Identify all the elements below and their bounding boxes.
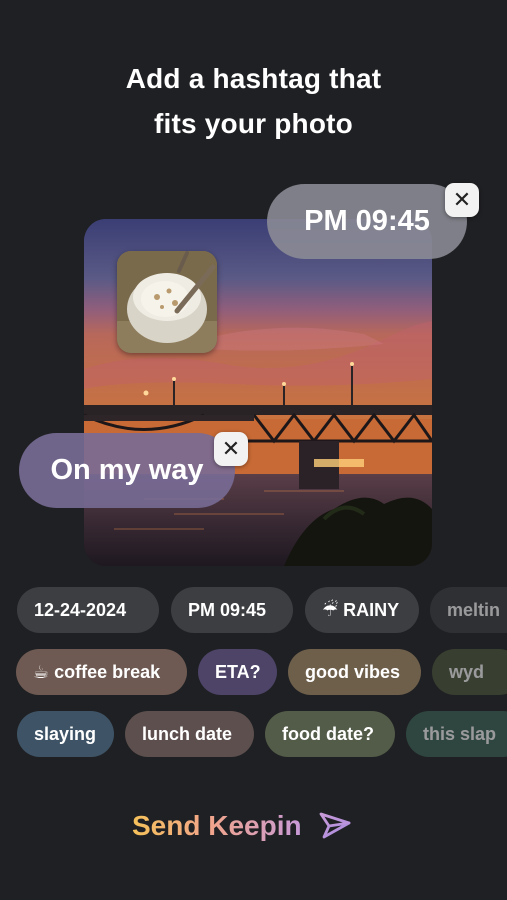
remove-text-sticker-button[interactable]: ✕: [214, 432, 248, 466]
hashtag-label: good vibes: [305, 661, 401, 682]
paper-plane-icon: [319, 812, 350, 839]
close-icon: ✕: [221, 436, 241, 461]
text-sticker-text: On my way: [50, 454, 204, 486]
title-line-1: Add a hashtag that: [125, 63, 382, 94]
close-icon: ✕: [452, 187, 472, 212]
hashtag-label: lunch date: [142, 723, 233, 744]
hashtag-chip-good-vibes[interactable]: good vibes: [288, 649, 421, 695]
hashtag-label: this slap: [423, 723, 497, 744]
hashtag-chip-lunch-date[interactable]: lunch date: [125, 711, 254, 757]
hashtag-label: slaying: [34, 723, 97, 744]
hashtag-chip-time[interactable]: PM 09:45: [171, 587, 293, 633]
hashtag-label: PM 09:45: [188, 599, 267, 620]
hashtag-chip-melting[interactable]: meltin: [430, 587, 507, 633]
title-line-2: fits your photo: [154, 108, 353, 139]
hashtag-chip-wyd[interactable]: wyd: [432, 649, 507, 695]
hashtag-label: ETA?: [215, 661, 261, 682]
time-sticker-text: PM 09:45: [304, 205, 430, 237]
text-sticker[interactable]: On my way: [19, 433, 235, 508]
time-sticker[interactable]: PM 09:45: [267, 184, 467, 259]
hashtag-label: ☔ RAINY: [322, 599, 400, 620]
remove-time-sticker-button[interactable]: ✕: [445, 183, 479, 217]
hashtag-chip-this-slaps[interactable]: this slap: [406, 711, 507, 757]
hashtag-chip-food-date[interactable]: food date?: [265, 711, 395, 757]
send-keepin-button[interactable]: Send Keepin: [132, 806, 352, 846]
hashtag-chip-slaying[interactable]: slaying: [17, 711, 114, 757]
dessert-photo-sticker[interactable]: [117, 251, 217, 353]
ice-cream-image: [117, 251, 217, 353]
hashtag-row-1: 12-24-2024 PM 09:45 ☔ RAINY meltin: [0, 587, 507, 633]
hashtag-chip-coffee-break[interactable]: ☕ coffee break: [16, 649, 187, 695]
hashtag-chip-weather[interactable]: ☔ RAINY: [305, 587, 419, 633]
hashtag-row-2: ☕ coffee break ETA? good vibes wyd: [0, 649, 507, 695]
hashtag-label: 12-24-2024: [34, 599, 127, 620]
hashtag-label: meltin: [447, 599, 501, 620]
hashtag-chip-eta[interactable]: ETA?: [198, 649, 277, 695]
hashtag-label: ☕ coffee break: [33, 661, 161, 682]
page-title: Add a hashtag that fits your photo: [0, 56, 507, 146]
hashtag-label: wyd: [449, 661, 485, 682]
hashtag-row-3: slaying lunch date food date? this slap: [0, 711, 507, 757]
send-label: Send Keepin: [132, 810, 302, 841]
hashtag-label: food date?: [282, 723, 374, 744]
hashtag-chip-date[interactable]: 12-24-2024: [17, 587, 159, 633]
